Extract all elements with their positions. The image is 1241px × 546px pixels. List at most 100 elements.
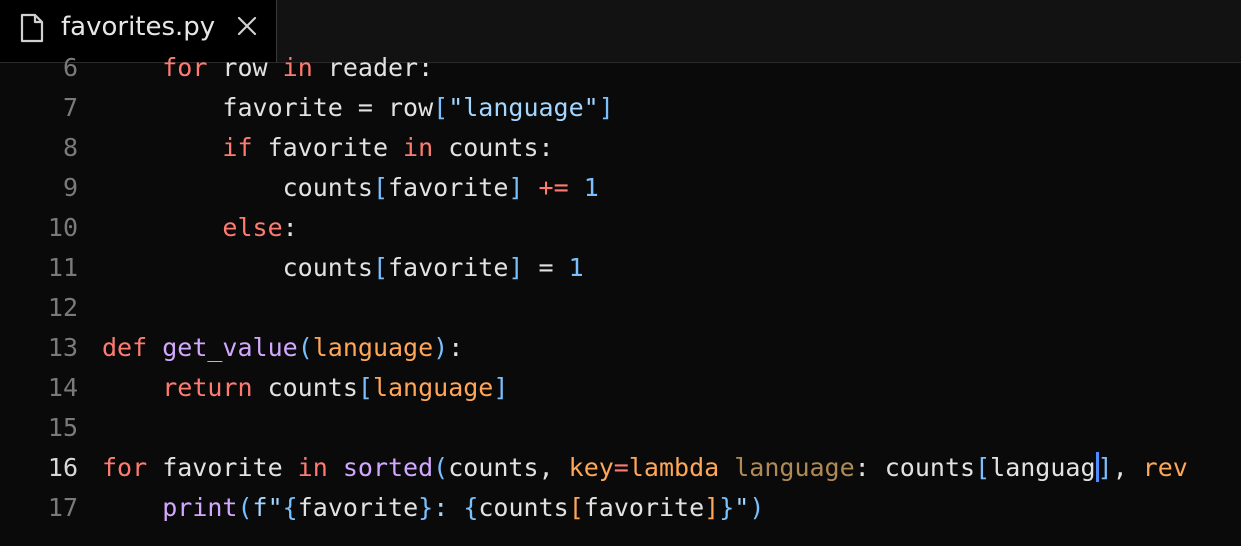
code-token: favorite [388,173,509,202]
code-token: favorite [297,493,419,522]
code-token: [ [372,173,388,202]
code-token: print [162,493,238,522]
line-number: 14 [47,373,78,402]
code-line-15[interactable]: 15 [0,408,1241,448]
line-number: 15 [47,413,78,442]
code-token: += [538,173,569,202]
code-token: counts [478,493,569,522]
file-icon [20,13,44,43]
tab-label: favorites.py [61,12,216,42]
code-token: lambda [628,453,720,482]
code-token: ) [433,333,449,362]
code-text: return counts[language] [102,368,508,408]
code-token: key [568,453,614,482]
code-text: favorite = row["language"] [102,88,614,128]
code-token: row [207,53,283,82]
code-line-17[interactable]: 17 print(f"{favorite}: {counts[favorite]… [0,488,1241,528]
code-token: : [282,213,298,242]
code-token: f" [252,493,283,522]
code-token: = [523,253,569,282]
line-number: 16 [47,453,78,482]
code-token: [ [568,493,584,522]
close-icon[interactable] [236,15,258,37]
line-number: 7 [62,93,78,122]
code-editor[interactable]: favorites.py 6 for row in reader: 7 favor… [0,0,1241,546]
code-token: favorite [252,133,404,162]
code-text: counts[favorite] = 1 [102,248,584,288]
code-token: def [102,333,148,362]
code-line-7[interactable]: 7 favorite = row["language"] [0,88,1241,128]
code-token: languag [990,453,1096,482]
code-token: } [719,493,735,522]
code-token: favorite [147,453,298,482]
code-token: favorite [388,253,509,282]
code-token: 1 [568,253,584,282]
code-token: ] [508,173,524,202]
code-token: else [222,213,283,242]
code-token: ( [433,453,449,482]
code-token: ( [237,493,253,522]
code-line-16[interactable]: 16 for favorite in sorted(counts, key=lam… [0,448,1241,488]
code-token: [ [433,93,449,122]
code-text: counts[favorite] += 1 [102,168,599,208]
code-token: 1 [583,173,599,202]
code-text: for favorite in sorted(counts, key=lambd… [102,448,1188,488]
code-line-8[interactable]: 8 if favorite in counts: [0,128,1241,168]
code-token: language [734,453,855,482]
code-text: print(f"{favorite}: {counts[favorite]}") [102,488,764,528]
code-line-14[interactable]: 14 return counts[language] [0,368,1241,408]
code-token: ( [297,333,313,362]
code-token: ] [1097,453,1113,482]
code-token: counts, [448,453,569,482]
line-number: 6 [62,53,78,82]
code-token: get_value [162,333,298,362]
code-text: if favorite in counts: [102,128,554,168]
code-token: favorite [583,493,705,522]
code-area[interactable]: 6 for row in reader: 7 favorite = row["la… [0,48,1241,546]
code-token: rev [1142,453,1188,482]
code-token: language [372,373,494,402]
code-line-9[interactable]: 9 counts[favorite] += 1 [0,168,1241,208]
code-token: favorite = row [102,93,434,122]
line-number: 11 [47,253,78,282]
code-token: "language" [448,93,599,122]
code-line-12[interactable]: 12 [0,288,1241,328]
line-number: 13 [47,333,78,362]
code-token: [ [372,253,388,282]
code-line-11[interactable]: 11 counts[favorite] = 1 [0,248,1241,288]
code-token: [ [975,453,991,482]
line-number: 8 [62,133,78,162]
code-line-6[interactable]: 6 for row in reader: [0,48,1241,88]
code-token: in [403,133,434,162]
code-token: counts [102,173,373,202]
code-token: for [162,53,208,82]
code-token: ] [493,373,509,402]
code-token: ] [598,93,614,122]
line-number: 9 [62,173,78,202]
code-token: for [102,453,148,482]
code-token: language [312,333,434,362]
code-token: ] [704,493,720,522]
code-token: { [463,493,479,522]
code-line-13[interactable]: 13 def get_value(language): [0,328,1241,368]
code-token: counts: [433,133,554,162]
code-text: def get_value(language): [102,328,463,368]
code-line-10[interactable]: 10 else: [0,208,1241,248]
code-text: for row in reader: [102,48,433,88]
code-token: { [282,493,298,522]
code-text: else: [102,208,298,248]
code-token: " [734,493,750,522]
code-token: ) [749,493,765,522]
code-token: reader: [312,53,434,82]
line-number: 12 [47,293,78,322]
code-token: } [418,493,434,522]
